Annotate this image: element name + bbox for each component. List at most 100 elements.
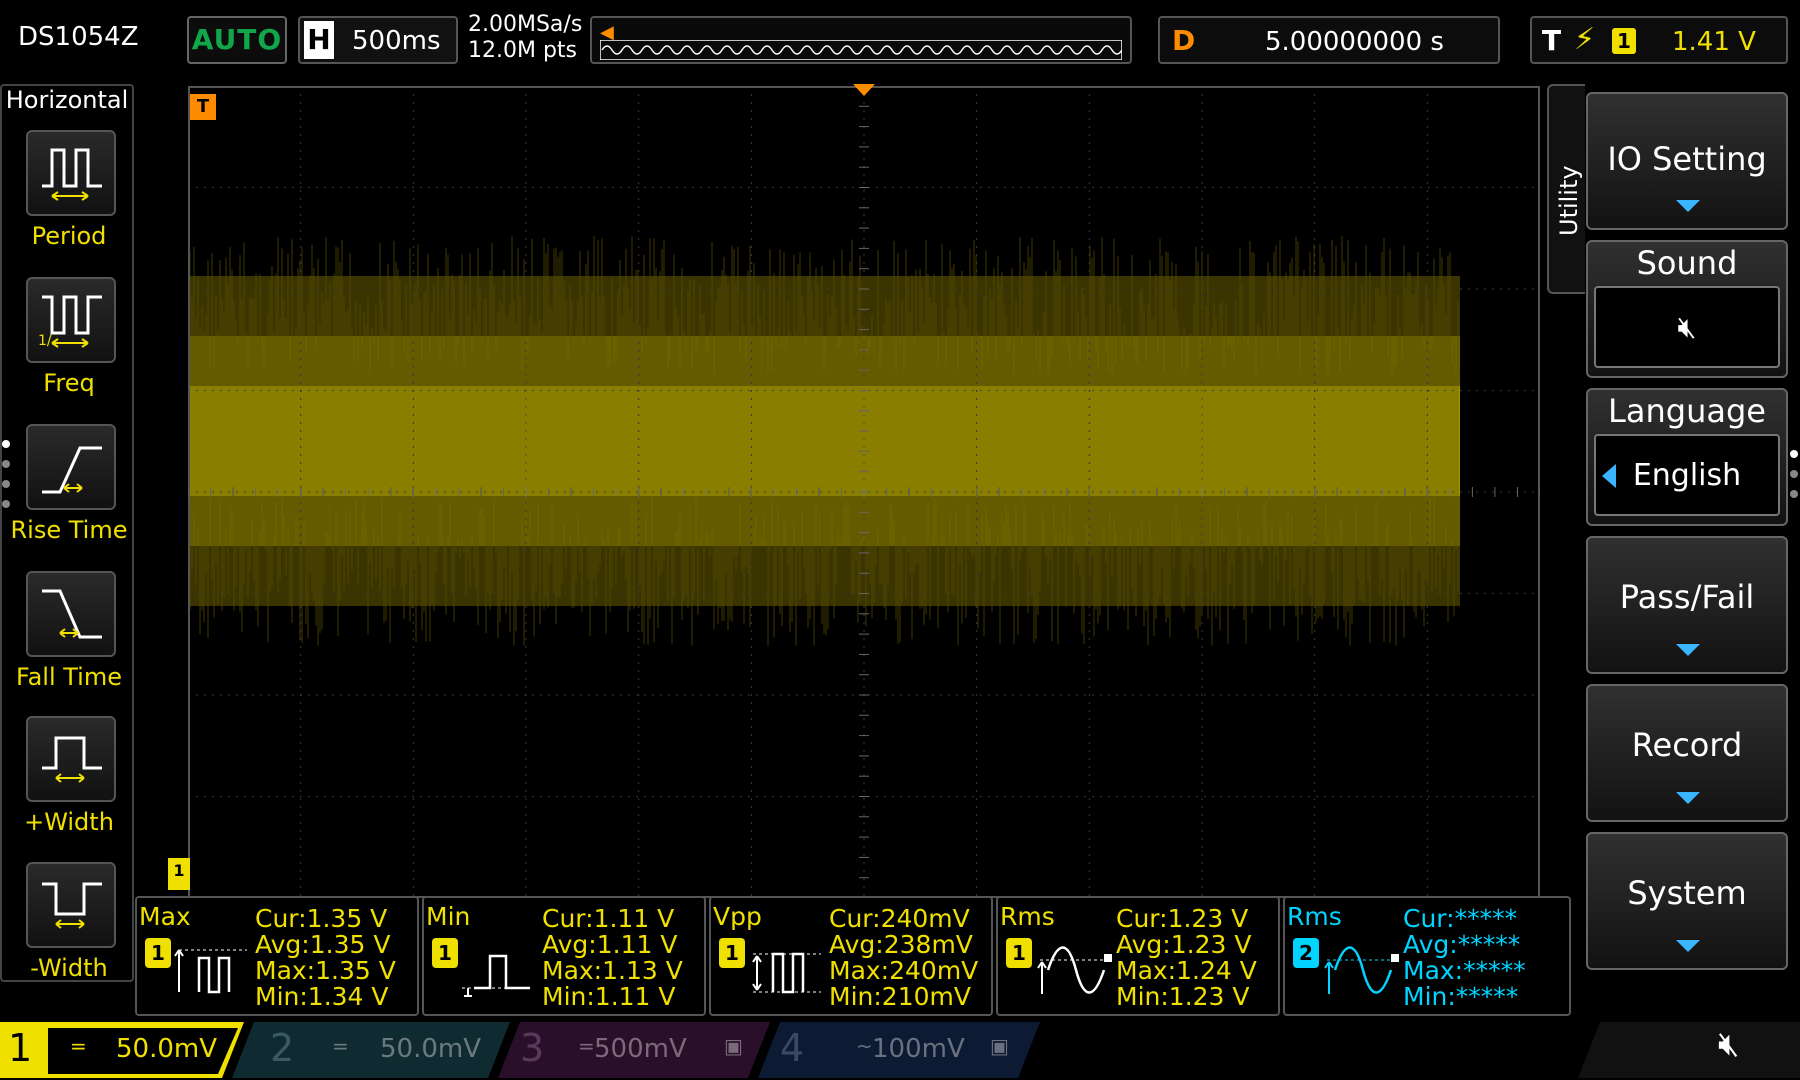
trigger-label: T <box>1542 24 1562 57</box>
system-button[interactable]: System <box>1586 832 1788 970</box>
measurement-maximum: Max:240mV <box>829 956 979 985</box>
dc-coupling-icon: = <box>70 1034 87 1058</box>
timebase-box[interactable]: H 500ms <box>298 16 458 64</box>
measurement-channel-badge: 1 <box>719 938 745 968</box>
measure-period-button[interactable]: Period <box>2 130 132 258</box>
channel-scale: 50.0mV <box>380 1034 482 1064</box>
bandwidth-limit-icon: ▣ <box>724 1034 743 1058</box>
measurement-max[interactable]: Max 1 Cur:1.35 V Avg:1.35 V Max:1.35 V M… <box>135 896 419 1016</box>
measure-fall-time-button[interactable]: Fall Time <box>2 571 132 699</box>
submenu-arrow-icon <box>1676 644 1700 656</box>
dc-coupling-icon: = <box>332 1034 349 1058</box>
model-name: DS1054Z <box>18 22 139 52</box>
sample-rate: 2.00MSa/s <box>468 12 583 37</box>
record-button[interactable]: Record <box>1586 684 1788 822</box>
measurement-average: Avg:1.35 V <box>255 930 391 959</box>
io-setting-button[interactable]: IO Setting <box>1586 92 1788 230</box>
measurement-average: Avg:238mV <box>829 930 973 959</box>
negative-width-icon <box>26 862 116 948</box>
language-label: Language <box>1608 392 1766 430</box>
measurement-minimum: Min:1.11 V <box>542 982 676 1011</box>
positive-width-icon <box>26 716 116 802</box>
run-mode-button[interactable]: AUTO <box>187 16 287 64</box>
measure-category-title: Horizontal <box>5 86 129 114</box>
utility-tab-label: Utility <box>1555 165 1583 236</box>
language-value: English <box>1632 458 1742 493</box>
measurement-rms-ch1[interactable]: Rms 1 Cur:1.23 V Avg:1.23 V Max:1.24 V M… <box>996 896 1280 1016</box>
measure-negative-width-button[interactable]: -Width <box>2 862 132 990</box>
memory-waveform-preview <box>600 40 1122 60</box>
pass-fail-button[interactable]: Pass/Fail <box>1586 536 1788 674</box>
measurement-current: Cur:***** <box>1403 904 1518 933</box>
ac-coupling-icon: ~ <box>856 1034 873 1058</box>
rms-measure-icon <box>1037 946 1112 994</box>
measurement-minimum: Min:***** <box>1403 982 1519 1011</box>
measurement-channel-badge: 1 <box>1006 938 1032 968</box>
rise-time-icon <box>26 424 116 510</box>
max-measure-icon <box>174 949 247 994</box>
fall-time-label: Fall Time <box>15 663 122 691</box>
sound-button[interactable]: Sound 🔇︎ <box>1586 240 1788 378</box>
timebase-value: 500ms <box>352 26 441 56</box>
channel-number: 3 <box>520 1026 545 1070</box>
sound-label: Sound <box>1636 244 1738 282</box>
channel-1-tab[interactable]: 1 = 50.0mV <box>0 1020 240 1078</box>
measure-rise-time-button[interactable]: Rise Time <box>2 424 132 552</box>
measurement-current: Cur:240mV <box>829 904 970 933</box>
dc-coupling-icon: = <box>578 1034 595 1058</box>
measure-positive-width-button[interactable]: +Width <box>2 716 132 844</box>
period-icon <box>26 130 116 216</box>
measurement-vpp[interactable]: Vpp 1 Cur:240mV Avg:238mV Max:240mV Min:… <box>709 896 993 1016</box>
measurement-channel-badge: 1 <box>145 938 171 968</box>
submenu-arrow-icon <box>1676 792 1700 804</box>
period-label: Period <box>31 222 107 250</box>
trigger-level: 1.41 V <box>1672 27 1756 57</box>
waveform-display[interactable] <box>188 86 1540 898</box>
sound-value-box: 🔇︎ <box>1594 286 1780 368</box>
channel-3-tab[interactable]: 3 = 500mV ▣ <box>512 1020 752 1078</box>
measure-freq-button[interactable]: 1/ Freq <box>2 277 132 405</box>
trigger-box[interactable]: T ⚡ 1 1.41 V <box>1530 16 1788 64</box>
channel-number: 2 <box>270 1026 295 1070</box>
rise-time-label: Rise Time <box>10 516 128 544</box>
svg-text:1/: 1/ <box>38 333 52 349</box>
utility-tab[interactable]: Utility <box>1547 84 1585 294</box>
min-measure-icon <box>462 954 530 997</box>
bandwidth-limit-icon: ▣ <box>990 1034 1009 1058</box>
measurement-channel-badge: 2 <box>1293 938 1319 968</box>
measure-menu: Horizontal Period 1/ Freq Rise Time Fall… <box>0 84 134 982</box>
channel-4-tab[interactable]: 4 ~ 100mV ▣ <box>772 1020 1022 1078</box>
io-setting-label: IO Setting <box>1607 140 1767 178</box>
speaker-muted-icon[interactable]: 🔇︎ <box>1718 1024 1739 1064</box>
language-value-box: English <box>1594 434 1780 516</box>
measurement-min[interactable]: Min 1 Cur:1.11 V Avg:1.11 V Max:1.13 V M… <box>422 896 706 1016</box>
measurement-rms-ch2[interactable]: Rms 2 Cur:***** Avg:***** Max:***** Min:… <box>1283 896 1571 1016</box>
waveform-memory-bar[interactable]: ◀ <box>590 16 1132 64</box>
language-button[interactable]: Language English <box>1586 388 1788 526</box>
status-bar: DS1054Z AUTO H 500ms 2.00MSa/s 12.0M pts… <box>0 0 1800 80</box>
submenu-arrow-icon <box>1676 940 1700 952</box>
graticule <box>188 86 1540 898</box>
trigger-position-arrow-icon[interactable] <box>853 84 875 96</box>
measurement-name: Max <box>139 902 191 931</box>
channel-number: 1 <box>8 1026 33 1070</box>
delay-value: 5.00000000 s <box>1265 27 1444 57</box>
measurement-maximum: Max:1.24 V <box>1116 956 1257 985</box>
channel-1-offset-marker[interactable]: 1 <box>168 858 190 890</box>
channel-number: 4 <box>780 1026 805 1070</box>
delay-box[interactable]: D 5.00000000 s <box>1158 16 1500 64</box>
delay-label: D <box>1172 24 1196 57</box>
channel-scale: 100mV <box>872 1034 965 1064</box>
positive-width-label: +Width <box>24 808 114 836</box>
horizontal-label: H <box>304 21 334 59</box>
trigger-marker[interactable]: T <box>190 94 216 120</box>
measurement-current: Cur:1.11 V <box>542 904 675 933</box>
measurement-average: Avg:***** <box>1403 930 1521 959</box>
rising-edge-icon: ⚡ <box>1574 22 1596 57</box>
measurement-channel-badge: 1 <box>432 938 458 968</box>
measurement-average: Avg:1.11 V <box>542 930 678 959</box>
measurement-name: Rms <box>1000 902 1055 931</box>
rms-measure-icon <box>1324 946 1399 994</box>
channel-2-tab[interactable]: 2 = 50.0mV <box>262 1020 502 1078</box>
system-label: System <box>1627 874 1747 912</box>
